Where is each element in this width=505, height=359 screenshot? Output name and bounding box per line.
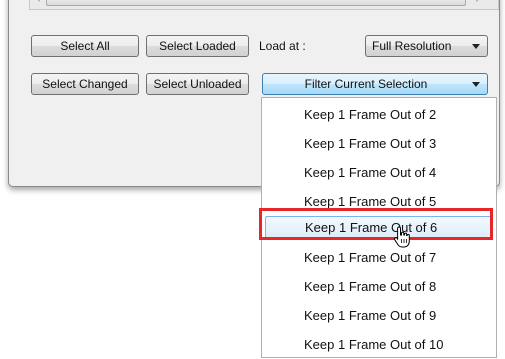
menu-item-keep-1-of-2[interactable]: Keep 1 Frame Out of 2 (262, 100, 496, 129)
select-loaded-button[interactable]: Select Loaded (146, 35, 249, 57)
load-resolution-dropdown[interactable]: Full Resolution (365, 35, 488, 57)
scroll-right-arrow-icon[interactable]: › (470, 0, 484, 6)
chevron-down-icon (472, 82, 480, 87)
menu-item-keep-1-of-10[interactable]: Keep 1 Frame Out of 10 (262, 330, 496, 359)
filter-selection-value: Filter Current Selection (304, 77, 428, 91)
load-resolution-value: Full Resolution (372, 39, 452, 53)
hand-cursor-icon (394, 226, 410, 248)
horizontal-scrollbar[interactable]: ‹ ⫶ › (29, 0, 499, 10)
highlight-annotation-box (259, 208, 493, 240)
menu-item-keep-1-of-9[interactable]: Keep 1 Frame Out of 9 (262, 301, 496, 330)
select-all-button[interactable]: Select All (31, 35, 139, 57)
scrollbar-thumb[interactable]: ⫶ (46, 0, 466, 6)
select-unloaded-button[interactable]: Select Unloaded (146, 73, 249, 95)
load-at-label: Load at : (259, 39, 306, 53)
scrollbar-grip-icon: ⫶ (267, 0, 270, 3)
menu-item-keep-1-of-7[interactable]: Keep 1 Frame Out of 7 (262, 243, 496, 272)
filter-selection-dropdown[interactable]: Filter Current Selection (262, 73, 488, 95)
chevron-down-icon (472, 44, 480, 49)
scroll-left-arrow-icon[interactable]: ‹ (32, 0, 46, 6)
menu-item-keep-1-of-8[interactable]: Keep 1 Frame Out of 8 (262, 272, 496, 301)
menu-item-keep-1-of-4[interactable]: Keep 1 Frame Out of 4 (262, 158, 496, 187)
menu-item-keep-1-of-3[interactable]: Keep 1 Frame Out of 3 (262, 129, 496, 158)
select-changed-button[interactable]: Select Changed (31, 73, 139, 95)
